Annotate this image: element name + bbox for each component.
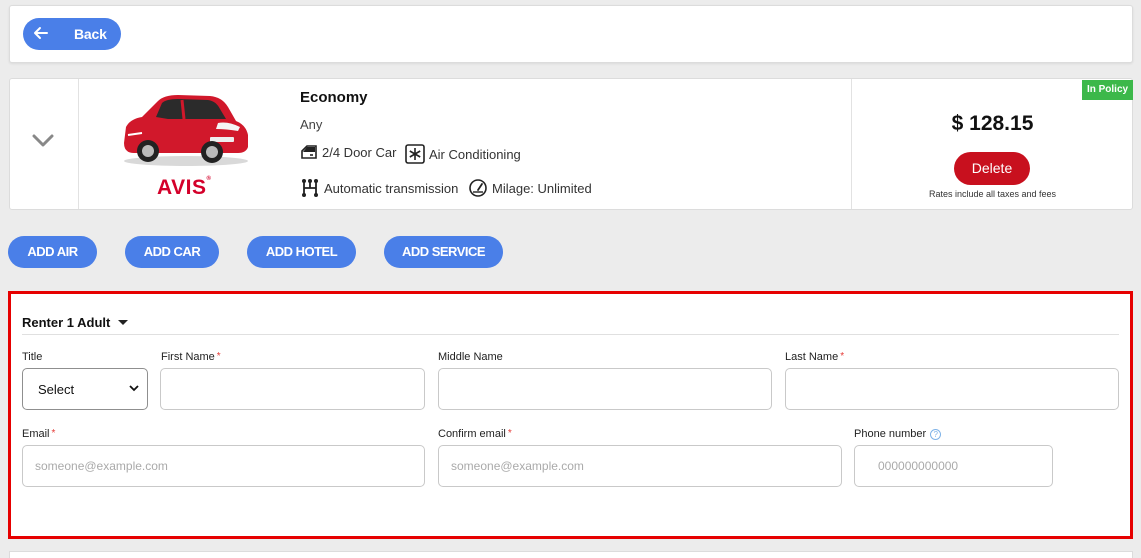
add-hotel-button[interactable]: ADD HOTEL <box>247 236 356 268</box>
required-mark: * <box>51 428 56 439</box>
feature-mileage: Milage: Unlimited <box>468 178 592 198</box>
required-mark: * <box>216 351 221 362</box>
feature-ac-label: Air Conditioning <box>429 146 521 162</box>
expand-toggle[interactable] <box>10 79 79 209</box>
feature-mileage-label: Milage: Unlimited <box>492 180 592 196</box>
feature-transmission-label: Automatic transmission <box>324 180 459 196</box>
email-field[interactable]: someone@example.com <box>22 445 425 487</box>
car-class: Economy <box>300 89 368 106</box>
email-placeholder: someone@example.com <box>35 459 168 473</box>
snowflake-icon <box>405 144 425 164</box>
car-door-icon <box>301 145 317 159</box>
vendor-logo: AVIS® <box>157 176 212 199</box>
feature-transmission: Automatic transmission <box>300 178 458 198</box>
required-mark: * <box>507 428 512 439</box>
add-car-button[interactable]: ADD CAR <box>125 236 219 268</box>
first-name-label: First Name * <box>161 351 221 363</box>
price-panel: In Policy $ 128.15 Delete Rates include … <box>851 79 1133 209</box>
delete-button[interactable]: Delete <box>954 152 1030 185</box>
phone-placeholder: 000000000000 <box>878 459 959 473</box>
last-name-label: Last Name * <box>785 351 845 363</box>
phone-label: Phone number? <box>854 428 942 440</box>
renter-toggle[interactable]: Renter 1 Adult <box>22 315 129 330</box>
feature-doors-label: 2/4 Door Car <box>322 144 397 160</box>
title-select-value: Select <box>38 381 75 397</box>
title-select[interactable]: Select <box>22 368 148 410</box>
divider <box>22 334 1119 335</box>
add-service-button[interactable]: ADD SERVICE <box>384 236 503 268</box>
back-button-label: Back <box>74 26 107 42</box>
confirm-email-field[interactable]: someone@example.com <box>438 445 842 487</box>
renter-title: Renter 1 Adult <box>22 315 111 330</box>
car-model: Any <box>300 117 323 132</box>
title-label: Title <box>22 351 43 363</box>
next-section <box>9 551 1133 558</box>
phone-field[interactable]: 000000000000 <box>854 445 1053 487</box>
add-air-button[interactable]: ADD AIR <box>8 236 97 268</box>
first-name-field[interactable] <box>160 368 425 410</box>
renter-form: Renter 1 Adult Title First Name * Middle … <box>8 291 1133 539</box>
middle-name-field[interactable] <box>438 368 772 410</box>
policy-badge: In Policy <box>1082 80 1133 100</box>
middle-name-label: Middle Name <box>438 351 503 363</box>
confirm-email-label: Confirm email * <box>438 428 512 440</box>
price: $ 128.15 <box>951 112 1034 135</box>
car-image <box>124 95 248 166</box>
back-button[interactable]: Back <box>23 18 121 50</box>
feature-doors: 2/4 Door Car <box>300 144 396 160</box>
last-name-field[interactable] <box>785 368 1119 410</box>
chevron-down-icon <box>129 385 139 392</box>
gear-shift-icon <box>302 179 318 197</box>
arrow-left-icon <box>34 27 48 39</box>
chevron-down-icon <box>32 134 54 147</box>
caret-down-icon <box>118 320 129 325</box>
fee-note: Rates include all taxes and fees <box>928 189 1057 199</box>
car-booking-card: AVIS® Economy Any 2/4 Door Car Air Condi… <box>9 78 1133 210</box>
top-bar: Back <box>9 5 1133 63</box>
required-mark: * <box>840 351 845 362</box>
help-icon[interactable]: ? <box>930 428 942 440</box>
speedometer-icon <box>469 179 487 197</box>
vendor-name: AVIS <box>157 176 207 199</box>
confirm-email-placeholder: someone@example.com <box>451 459 584 473</box>
feature-ac: Air Conditioning <box>405 144 521 164</box>
email-label: Email * <box>22 428 56 440</box>
